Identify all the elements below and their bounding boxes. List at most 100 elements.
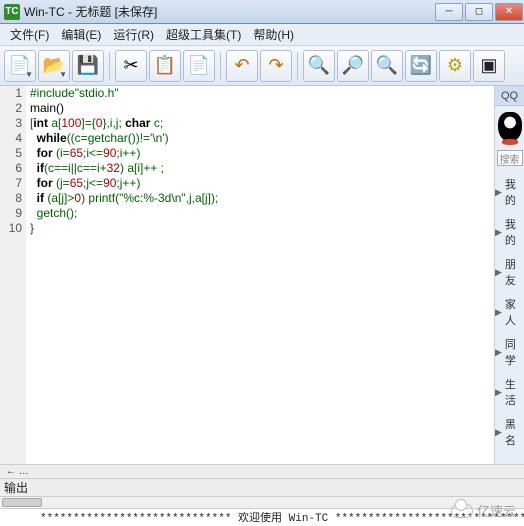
output-body: ***************************** 欢迎使用 Win-T…	[0, 508, 524, 526]
separator	[220, 52, 221, 80]
line-number: 3	[0, 116, 22, 131]
qq-group-item[interactable]: ▶家人	[495, 296, 524, 328]
line-number: 9	[0, 206, 22, 221]
save-button[interactable]: 💾	[72, 50, 104, 82]
code-line[interactable]: if(c==i||c==i+32) a[i]++ ;	[30, 161, 494, 176]
menu-edit[interactable]: 编辑(E)	[55, 26, 107, 43]
qq-group-label: 同学	[505, 336, 524, 368]
terminal-icon: ▣	[480, 55, 497, 76]
qq-group-label: 我的	[505, 176, 524, 208]
code-line[interactable]: [int a[100]={0},i,j; char c;	[30, 116, 494, 131]
new-file-button[interactable]: 📄▼	[4, 50, 36, 82]
line-number: 7	[0, 176, 22, 191]
line-number: 6	[0, 161, 22, 176]
line-number: 5	[0, 146, 22, 161]
redo-icon: ↷	[268, 55, 283, 76]
line-number: 1	[0, 86, 22, 101]
qq-group-item[interactable]: ▶朋友	[495, 256, 524, 288]
find-button[interactable]: 🔍	[371, 50, 403, 82]
app-icon: TC	[4, 4, 20, 20]
code-line[interactable]: }	[30, 221, 494, 236]
run-button[interactable]: ⚙	[439, 50, 471, 82]
menu-bar: 文件(F) 编辑(E) 运行(R) 超级工具集(T) 帮助(H)	[0, 24, 524, 46]
qq-group-item[interactable]: ▶我的	[495, 176, 524, 208]
code-area[interactable]: #include"stdio.h"main()[int a[100]={0},i…	[26, 86, 494, 464]
workspace: 12345678910 #include"stdio.h"main()[int …	[0, 86, 524, 464]
title-bar: TC Win-TC - 无标题 [未保存] ─ ◻ ✕	[0, 0, 524, 24]
console-button[interactable]: ▣	[473, 50, 505, 82]
output-header[interactable]: 输出	[0, 478, 524, 496]
copy-icon: 📋	[154, 55, 176, 76]
qq-group-label: 生活	[505, 376, 524, 408]
qq-group-item[interactable]: ▶我的	[495, 216, 524, 248]
watermark: 亿速云	[451, 501, 516, 520]
window-title: Win-TC - 无标题 [未保存]	[24, 3, 157, 20]
undo-icon: ↶	[234, 55, 249, 76]
chevron-right-icon: ▶	[495, 427, 502, 438]
scissors-icon: ✂	[123, 55, 138, 76]
window-controls: ─ ◻ ✕	[434, 3, 524, 21]
collapse-label: ← …	[6, 466, 29, 477]
qq-group-item[interactable]: ▶同学	[495, 336, 524, 368]
zoom-out-button[interactable]: 🔎	[337, 50, 369, 82]
line-number: 8	[0, 191, 22, 206]
qq-group-label: 家人	[505, 296, 524, 328]
chevron-right-icon: ▶	[495, 307, 502, 318]
qq-group-label: 朋友	[505, 256, 524, 288]
watermark-text: 亿速云	[477, 501, 516, 520]
line-number: 4	[0, 131, 22, 146]
code-line[interactable]: if (a[j]>0) printf("%c:%-3d\n",j,a[j]);	[30, 191, 494, 206]
gear-icon: ⚙	[447, 55, 463, 76]
qq-group-item[interactable]: ▶生活	[495, 376, 524, 408]
copy-button[interactable]: 📋	[149, 50, 181, 82]
penguin-icon[interactable]	[498, 112, 522, 142]
qq-group-item[interactable]: ▶黑名	[495, 416, 524, 448]
close-button[interactable]: ✕	[495, 3, 523, 21]
separator	[297, 52, 298, 80]
line-number: 2	[0, 101, 22, 116]
code-line[interactable]: #include"stdio.h"	[30, 86, 494, 101]
refresh-icon: 🔄	[410, 55, 432, 76]
chevron-right-icon: ▶	[495, 347, 502, 358]
menu-help[interactable]: 帮助(H)	[247, 26, 300, 43]
maximize-button[interactable]: ◻	[465, 3, 493, 21]
line-number: 10	[0, 221, 22, 236]
code-line[interactable]: while((c=getchar())!='\n')	[30, 131, 494, 146]
code-line[interactable]: getch();	[30, 206, 494, 221]
qq-search[interactable]: 搜索	[497, 150, 523, 166]
code-line[interactable]: for (j=65;j<=90;j++)	[30, 176, 494, 191]
chevron-right-icon: ▶	[495, 187, 502, 198]
menu-tools[interactable]: 超级工具集(T)	[160, 26, 247, 43]
zoom-in-icon: 🔍	[308, 55, 330, 76]
compile-button[interactable]: 🔄	[405, 50, 437, 82]
menu-file[interactable]: 文件(F)	[4, 26, 55, 43]
toolbar: 📄▼ 📂▼ 💾 ✂ 📋 📄 ↶ ↷ 🔍 🔎 🔍 🔄 ⚙ ▣	[0, 46, 524, 86]
open-file-button[interactable]: 📂▼	[38, 50, 70, 82]
undo-button[interactable]: ↶	[226, 50, 258, 82]
horizontal-scrollbar[interactable]	[0, 496, 524, 508]
qq-header[interactable]: QQ	[495, 86, 524, 106]
collapse-handle[interactable]: ← …	[0, 464, 524, 478]
paste-button[interactable]: 📄	[183, 50, 215, 82]
qq-sidebar: QQ 搜索 ▶我的▶我的▶朋友▶家人▶同学▶生活▶黑名	[494, 86, 524, 464]
redo-button[interactable]: ↷	[260, 50, 292, 82]
cut-button[interactable]: ✂	[115, 50, 147, 82]
chevron-right-icon: ▶	[495, 267, 502, 278]
cloud-icon	[451, 504, 473, 518]
code-line[interactable]: main()	[30, 101, 494, 116]
code-editor[interactable]: 12345678910 #include"stdio.h"main()[int …	[0, 86, 494, 464]
qq-group-label: 黑名	[505, 416, 524, 448]
scroll-thumb[interactable]	[2, 498, 42, 507]
find-icon: 🔍	[376, 55, 398, 76]
menu-run[interactable]: 运行(R)	[107, 26, 160, 43]
line-gutter: 12345678910	[0, 86, 26, 464]
qq-group-label: 我的	[505, 216, 524, 248]
paste-icon: 📄	[188, 55, 210, 76]
zoom-out-icon: 🔎	[342, 55, 364, 76]
code-line[interactable]: for (i=65;i<=90;i++)	[30, 146, 494, 161]
chevron-right-icon: ▶	[495, 227, 502, 238]
save-icon: 💾	[77, 55, 99, 76]
zoom-in-button[interactable]: 🔍	[303, 50, 335, 82]
output-label: 输出	[4, 479, 28, 496]
minimize-button[interactable]: ─	[435, 3, 463, 21]
